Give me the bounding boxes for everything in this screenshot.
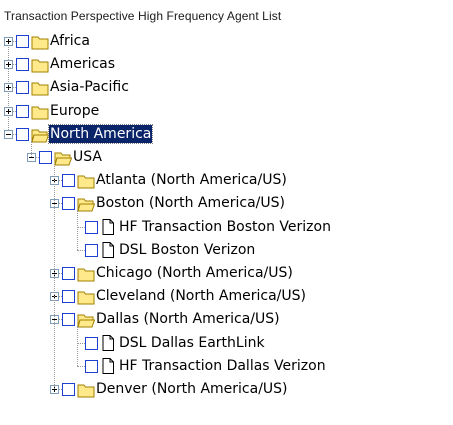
select-checkbox[interactable] xyxy=(16,81,29,95)
tree-row-africa[interactable]: Africa xyxy=(0,30,453,53)
tree-row-chicago[interactable]: Chicago (North America/US) xyxy=(0,262,453,285)
tree-node-label[interactable]: Boston (North America/US) xyxy=(95,192,286,215)
tree-node-label[interactable]: HF Transaction Dallas Verizon xyxy=(118,355,327,378)
tree-row-asia-pacific[interactable]: Asia-Pacific xyxy=(0,76,453,99)
folder-open-icon xyxy=(31,126,50,143)
tree-connector-line xyxy=(77,342,85,344)
tree-row-dsl-dallas-earthlink[interactable]: DSL Dallas EarthLink xyxy=(0,332,453,355)
tree-node-label[interactable]: Dallas (North America/US) xyxy=(95,308,281,331)
select-checkbox[interactable] xyxy=(16,58,29,72)
tree-row-usa[interactable]: USA xyxy=(0,146,453,169)
tree-node-label[interactable]: Africa xyxy=(49,30,91,53)
tree-row-cleveland[interactable]: Cleveland (North America/US) xyxy=(0,285,453,308)
panel-title: Transaction Perspective High Frequency A… xyxy=(4,9,282,23)
tree-row-dsl-boston-verizon[interactable]: DSL Boston Verizon xyxy=(0,239,453,262)
tree-node-label[interactable]: Denver (North America/US) xyxy=(95,378,289,401)
folder-icon xyxy=(31,56,49,73)
tree-node-label[interactable]: North America xyxy=(47,123,154,144)
select-checkbox[interactable] xyxy=(39,151,52,164)
select-checkbox[interactable] xyxy=(85,243,98,257)
tree-node-label[interactable]: Asia-Pacific xyxy=(49,76,130,99)
tree-node-label[interactable]: Cleveland (North America/US) xyxy=(95,285,307,308)
tree-guide-line xyxy=(31,140,32,157)
expand-toggle-icon[interactable] xyxy=(4,37,13,46)
tree-row-boston[interactable]: Boston (North America/US) xyxy=(0,192,453,215)
select-checkbox[interactable] xyxy=(16,127,29,141)
tree-row-north-america[interactable]: North America xyxy=(0,123,453,146)
select-checkbox[interactable] xyxy=(16,35,29,48)
tree-row-hf-transaction-dallas-verizon[interactable]: HF Transaction Dallas Verizon xyxy=(0,355,453,378)
agent-tree-panel: Africa Americas Asia-Pacific Europe North Am… xyxy=(0,26,453,425)
tree-node-label[interactable]: Americas xyxy=(49,53,116,76)
tree-row-americas[interactable]: Americas xyxy=(0,53,453,76)
document-icon xyxy=(100,334,118,351)
folder-icon xyxy=(77,265,95,282)
tree-node-label[interactable]: HF Transaction Boston Verizon xyxy=(118,216,332,239)
document-icon xyxy=(100,357,118,374)
select-checkbox[interactable] xyxy=(62,174,75,188)
agent-tree: Africa Americas Asia-Pacific Europe North Am… xyxy=(0,26,453,425)
document-icon xyxy=(100,218,118,235)
select-checkbox[interactable] xyxy=(62,267,75,280)
tree-row-europe[interactable]: Europe xyxy=(0,100,453,123)
select-checkbox[interactable] xyxy=(16,104,29,118)
folder-icon xyxy=(31,33,49,50)
folder-icon xyxy=(31,79,49,96)
folder-open-icon xyxy=(77,195,96,212)
tree-node-label[interactable]: Chicago (North America/US) xyxy=(95,262,294,285)
tree-row-atlanta[interactable]: Atlanta (North America/US) xyxy=(0,169,453,192)
tree-connector-line xyxy=(77,365,85,367)
tree-connector-line xyxy=(77,226,85,228)
select-checkbox[interactable] xyxy=(62,313,75,327)
folder-open-icon xyxy=(77,311,96,328)
tree-connector-line xyxy=(77,249,85,251)
tree-guide-line xyxy=(77,326,78,366)
folder-icon xyxy=(31,103,49,120)
select-checkbox[interactable] xyxy=(85,336,98,350)
collapse-toggle-icon[interactable] xyxy=(4,129,13,139)
tree-node-label[interactable]: USA xyxy=(72,146,103,169)
expand-toggle-icon[interactable] xyxy=(4,106,13,116)
select-checkbox[interactable] xyxy=(62,290,75,304)
tree-row-hf-transaction-boston-verizon[interactable]: HF Transaction Boston Verizon xyxy=(0,216,453,239)
folder-icon xyxy=(77,381,95,398)
tree-node-label[interactable]: DSL Dallas EarthLink xyxy=(118,332,266,355)
folder-open-icon xyxy=(54,149,73,166)
tree-node-label[interactable]: DSL Boston Verizon xyxy=(118,239,256,262)
tree-row-dallas[interactable]: Dallas (North America/US) xyxy=(0,308,453,331)
document-icon xyxy=(100,241,118,258)
select-checkbox[interactable] xyxy=(62,197,75,211)
tree-row-denver[interactable]: Denver (North America/US) xyxy=(0,378,453,401)
expand-toggle-icon[interactable] xyxy=(4,60,13,70)
tree-node-label[interactable]: Europe xyxy=(49,100,100,123)
select-checkbox[interactable] xyxy=(62,383,75,396)
folder-icon xyxy=(77,172,95,189)
folder-icon xyxy=(77,288,95,305)
expand-toggle-icon[interactable] xyxy=(4,83,13,93)
tree-guide-line xyxy=(77,210,78,250)
tree-guide-line xyxy=(54,164,55,389)
tree-node-label[interactable]: Atlanta (North America/US) xyxy=(95,169,288,192)
select-checkbox[interactable] xyxy=(85,359,98,373)
select-checkbox[interactable] xyxy=(85,220,98,234)
